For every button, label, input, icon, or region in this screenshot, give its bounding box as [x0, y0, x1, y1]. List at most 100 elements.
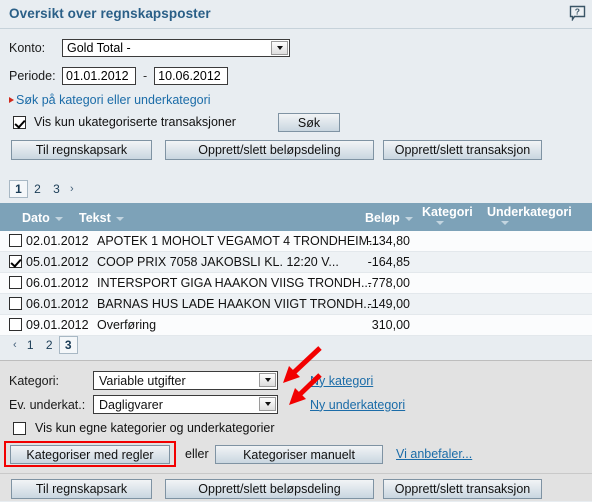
- chevron-down-icon[interactable]: [271, 41, 288, 55]
- sort-caret-icon[interactable]: [54, 216, 63, 221]
- transactions-table: Dato Tekst Beløp Kategori Underkategori …: [0, 203, 592, 336]
- own-categories-row: Vis kun egne kategorier og underkategori…: [13, 421, 275, 435]
- footer-create-delete-split-button[interactable]: Opprett/slett beløpsdeling: [165, 479, 374, 499]
- row-select-checkbox[interactable]: [9, 318, 22, 331]
- row-text: BARNAS HUS LADE HAAKON VIIGT TRONDH...: [97, 297, 374, 311]
- uncategorized-checkbox[interactable]: [13, 115, 26, 129]
- row-select-checkbox[interactable]: [9, 297, 22, 310]
- chevron-down-icon[interactable]: [259, 397, 276, 411]
- page-button-1[interactable]: 1: [21, 336, 40, 354]
- column-header-text-label: Tekst: [79, 211, 111, 225]
- period-from-input[interactable]: [62, 67, 136, 85]
- column-header-date-label: Dato: [22, 211, 50, 225]
- row-text: APOTEK 1 MOHOLT VEGAMOT 4 TRONDHEIM...: [97, 234, 380, 248]
- row-select-checkbox[interactable]: [9, 234, 22, 247]
- svg-text:?: ?: [575, 6, 580, 16]
- subcategory-label: Ev. underkat.:: [9, 397, 86, 412]
- row-date: 09.01.2012: [26, 318, 89, 332]
- categorize-manually-button[interactable]: Kategoriser manuelt: [215, 445, 383, 464]
- pagination-top: 1 2 3 ›: [9, 180, 78, 198]
- column-header-category-label: Kategori: [422, 205, 473, 219]
- table-row[interactable]: 09.01.2012 Overføring 310,00: [0, 315, 592, 336]
- footer-button-bar: Til regnskapsark Opprett/slett beløpsdel…: [0, 473, 592, 502]
- table-row[interactable]: 06.01.2012 INTERSPORT GIGA HAAKON VIISG …: [0, 273, 592, 294]
- column-header-text[interactable]: Tekst: [79, 211, 124, 225]
- filter-panel: Konto: Gold Total - Periode: - Søk på ka…: [0, 29, 592, 139]
- period-row: Periode: -: [9, 67, 229, 85]
- recommendation-link[interactable]: Vi anbefaler...: [396, 447, 472, 461]
- page-button-3[interactable]: 3: [58, 336, 78, 354]
- category-search-row: Søk på kategori eller underkategori: [9, 93, 211, 107]
- table-row[interactable]: 06.01.2012 BARNAS HUS LADE HAAKON VIIGT …: [0, 294, 592, 315]
- row-text: Overføring: [97, 318, 157, 332]
- table-row[interactable]: 05.01.2012 COOP PRIX 7058 JAKOBSLI KL. 1…: [0, 252, 592, 273]
- subcategory-select[interactable]: Dagligvarer: [93, 395, 278, 414]
- category-search-link[interactable]: Søk på kategori eller underkategori: [16, 93, 211, 107]
- categorize-button-row: Kategoriser med regler eller Kategoriser…: [0, 441, 592, 467]
- row-select-checkbox[interactable]: [9, 276, 22, 289]
- table-header-row: Dato Tekst Beløp Kategori Underkategori: [0, 203, 592, 231]
- pagination-bottom: ‹ 1 2 3: [9, 336, 78, 354]
- row-amount: -149,00: [367, 297, 410, 311]
- period-label: Periode:: [9, 69, 56, 83]
- column-header-date[interactable]: Dato: [22, 211, 63, 225]
- categorization-panel: Kategori: Variable utgifter Ny kategori …: [0, 360, 592, 501]
- row-text: INTERSPORT GIGA HAAKON VIISG TRONDH...: [97, 276, 372, 290]
- or-text: eller: [185, 447, 209, 461]
- row-date: 06.01.2012: [26, 297, 89, 311]
- footer-to-spreadsheet-button[interactable]: Til regnskapsark: [11, 479, 152, 499]
- footer-create-delete-transaction-button[interactable]: Opprett/slett transaksjon: [383, 479, 542, 499]
- create-delete-transaction-button[interactable]: Opprett/slett transaksjon: [383, 140, 542, 160]
- row-date: 02.01.2012: [26, 234, 89, 248]
- chevron-down-icon[interactable]: [259, 373, 276, 387]
- sort-caret-icon[interactable]: [501, 221, 509, 225]
- column-header-category[interactable]: Kategori: [422, 205, 473, 225]
- page-button-3[interactable]: 3: [47, 180, 66, 198]
- categorize-with-rules-button[interactable]: Kategoriser med regler: [10, 445, 170, 464]
- arrow-right-bullet-icon: [9, 97, 14, 103]
- category-label: Kategori:: [9, 373, 60, 388]
- account-row: Konto: Gold Total -: [9, 39, 290, 57]
- page-button-2[interactable]: 2: [28, 180, 47, 198]
- prev-page-button[interactable]: ‹: [9, 338, 21, 352]
- uncategorized-checkbox-label: Vis kun ukategoriserte transaksjoner: [34, 115, 236, 129]
- category-select-value: Variable utgifter: [99, 373, 186, 388]
- subcategory-select-value: Dagligvarer: [99, 397, 163, 412]
- row-text: COOP PRIX 7058 JAKOBSLI KL. 12:20 V...: [97, 255, 339, 269]
- subcategory-row: Ev. underkat.: Dagligvarer Ny underkateg…: [9, 395, 405, 414]
- column-header-subcategory[interactable]: Underkategori: [487, 205, 572, 225]
- table-row[interactable]: 02.01.2012 APOTEK 1 MOHOLT VEGAMOT 4 TRO…: [0, 231, 592, 252]
- row-amount: -134,80: [367, 234, 410, 248]
- page-button-1[interactable]: 1: [9, 180, 28, 198]
- column-header-amount-label: Beløp: [365, 211, 400, 225]
- new-subcategory-link[interactable]: Ny underkategori: [310, 398, 405, 412]
- row-select-checkbox[interactable]: [9, 255, 22, 268]
- account-label: Konto:: [9, 41, 46, 55]
- action-button-bar: Til regnskapsark Opprett/slett beløpsdel…: [0, 140, 592, 170]
- period-separator: -: [143, 69, 148, 83]
- next-page-button[interactable]: ›: [66, 182, 78, 196]
- column-header-amount[interactable]: Beløp: [365, 211, 413, 225]
- row-amount: 310,00: [371, 318, 410, 332]
- category-select[interactable]: Variable utgifter: [93, 371, 278, 390]
- to-spreadsheet-button[interactable]: Til regnskapsark: [11, 140, 152, 160]
- page-button-2[interactable]: 2: [40, 336, 59, 354]
- new-category-link[interactable]: Ny kategori: [310, 374, 373, 388]
- category-row: Kategori: Variable utgifter Ny kategori: [9, 371, 373, 390]
- sort-caret-icon[interactable]: [436, 221, 444, 225]
- uncategorized-filter-row: Vis kun ukategoriserte transaksjoner: [13, 115, 236, 129]
- sort-caret-icon[interactable]: [404, 216, 413, 221]
- period-to-input[interactable]: [154, 67, 229, 85]
- account-select[interactable]: Gold Total -: [62, 39, 290, 57]
- help-speech-bubble-icon[interactable]: ?: [569, 5, 586, 22]
- sort-caret-icon[interactable]: [115, 216, 124, 221]
- search-button[interactable]: Søk: [278, 113, 340, 132]
- own-categories-checkbox[interactable]: [13, 421, 26, 435]
- page-title: Oversikt over regnskapsposter: [9, 6, 211, 21]
- row-date: 06.01.2012: [26, 276, 89, 290]
- create-delete-split-button[interactable]: Opprett/slett beløpsdeling: [165, 140, 374, 160]
- own-categories-label: Vis kun egne kategorier og underkategori…: [35, 421, 275, 435]
- row-date: 05.01.2012: [26, 255, 89, 269]
- column-header-subcategory-label: Underkategori: [487, 205, 572, 219]
- accounting-overview-window: Oversikt over regnskapsposter ? Konto: G…: [0, 0, 592, 501]
